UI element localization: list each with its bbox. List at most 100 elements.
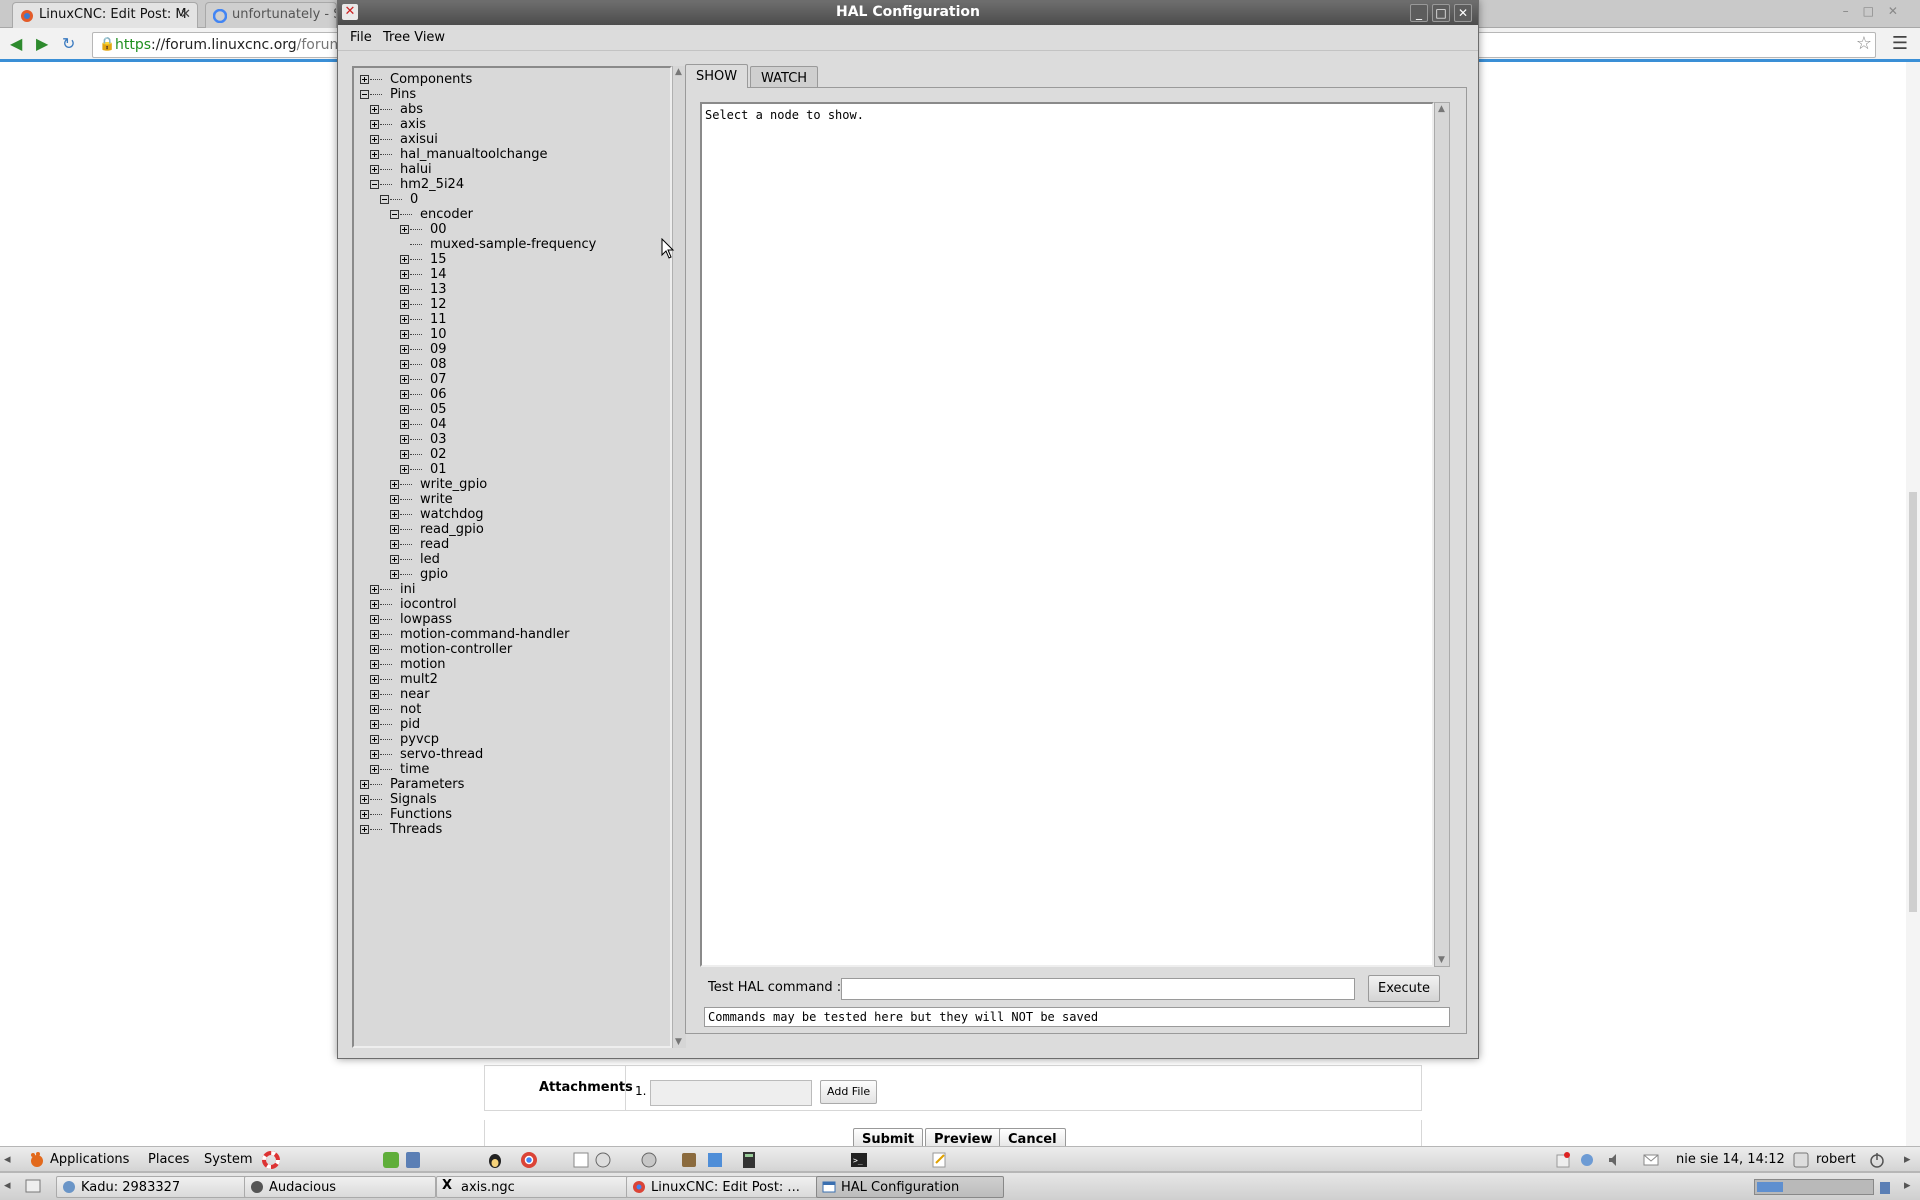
clock[interactable]: nie sie 14, 14:12 [1676,1152,1785,1167]
show-desktop-icon[interactable] [24,1177,42,1195]
expand-icon[interactable] [400,345,409,354]
expand-icon[interactable] [400,270,409,279]
expand-icon[interactable] [390,570,399,579]
browser-window-controls[interactable]: –□✕ [1843,4,1912,18]
window-titlebar[interactable]: ✕ HAL Configuration _ □ ✕ [338,1,1478,25]
expand-icon[interactable] [400,225,409,234]
menu-places[interactable]: Places [148,1152,189,1167]
expand-icon[interactable] [370,630,379,639]
preview-button[interactable]: Preview [925,1128,1002,1148]
bookmark-star-icon[interactable]: ☆ [1856,33,1872,54]
notes-launcher-icon[interactable] [930,1151,948,1169]
expand-icon[interactable] [370,585,379,594]
expand-icon[interactable] [370,600,379,609]
expand-icon[interactable] [400,360,409,369]
panel-scroll-right-icon[interactable]: ▸ [1904,1152,1911,1167]
expand-icon[interactable] [370,165,379,174]
taskbar-item-axis[interactable]: X axis.ngc [436,1176,628,1198]
test-hal-command-input[interactable] [841,978,1355,1000]
help-lifebuoy-icon[interactable] [262,1151,280,1169]
cancel-button[interactable]: Cancel [999,1128,1066,1148]
collapse-icon[interactable] [380,195,389,204]
menu-system[interactable]: System [204,1152,252,1167]
expand-icon[interactable] [400,420,409,429]
text-editor-launcher-icon[interactable] [572,1151,590,1169]
taskbar-item-audacious[interactable]: Audacious [244,1176,436,1198]
scroll-up-icon[interactable]: ▲ [1438,104,1445,114]
forward-icon[interactable]: ▶ [36,34,48,53]
expand-icon[interactable] [390,525,399,534]
taskbar-item-chrome[interactable]: LinuxCNC: Edit Post: ... [626,1176,818,1198]
back-icon[interactable]: ◀ [10,34,22,53]
expand-icon[interactable] [400,450,409,459]
expand-icon[interactable] [370,735,379,744]
panel-scroll-left-icon[interactable]: ◂ [4,1152,11,1167]
taskbar-scroll-left-icon[interactable]: ◂ [4,1178,11,1193]
terminal-launcher-icon[interactable]: >_ [850,1151,868,1169]
expand-icon[interactable] [370,675,379,684]
scroll-down-icon[interactable]: ▼ [675,1037,682,1047]
menu-tree-view[interactable]: Tree View [383,30,445,45]
browser-menu-icon[interactable]: ☰ [1892,33,1908,54]
expand-icon[interactable] [370,705,379,714]
expand-icon[interactable] [370,750,379,759]
expand-icon[interactable] [400,330,409,339]
taskbar-item-hal-configuration[interactable]: HAL Configuration [816,1176,1004,1198]
expand-icon[interactable] [390,555,399,564]
scrollbar-thumb[interactable] [1909,492,1917,912]
reload-icon[interactable]: ↻ [62,34,75,53]
network-launcher-icon[interactable] [404,1151,422,1169]
show-scrollbar[interactable]: ▲ ▼ [1434,102,1450,967]
close-tab-icon[interactable]: ✕ [180,7,191,22]
show-text-area[interactable]: Select a node to show. [700,102,1434,967]
trash-icon[interactable] [1876,1178,1894,1196]
tab-watch[interactable]: WATCH [750,66,819,88]
add-file-button[interactable]: Add File [820,1080,878,1104]
expand-icon[interactable] [370,645,379,654]
collapse-icon[interactable] [360,90,369,99]
expand-icon[interactable] [370,765,379,774]
workspace-switcher[interactable] [1754,1179,1874,1195]
power-icon[interactable] [1868,1151,1886,1169]
calculator-launcher-icon[interactable] [740,1151,758,1169]
expand-icon[interactable] [360,780,369,789]
expand-icon[interactable] [390,495,399,504]
taskbar-item-kadu[interactable]: Kadu: 2983327 [56,1176,248,1198]
tab-show[interactable]: SHOW [685,64,749,88]
taskbar-scroll-right-icon[interactable]: ▸ [1904,1178,1911,1193]
page-scrollbar[interactable] [1906,62,1920,1146]
scroll-up-icon[interactable]: ▲ [675,67,682,77]
chrome-launcher-icon[interactable] [520,1151,538,1169]
hal-tree[interactable]: Components Pins abs axis axisui hal_manualtoo… [352,66,672,1048]
menu-applications[interactable]: Applications [50,1152,129,1167]
user-name[interactable]: robert [1816,1152,1856,1167]
expand-icon[interactable] [390,510,399,519]
browser-tab-google[interactable]: unfortunately - Sa [205,2,337,28]
expand-icon[interactable] [400,390,409,399]
scroll-down-icon[interactable]: ▼ [1438,955,1445,965]
browser-tab-linuxcnc[interactable]: LinuxCNC: Edit Post: M ✕ [12,2,198,28]
attachment-file-input[interactable] [650,1080,812,1106]
tree-scrollbar[interactable]: ▲ ▼ [672,66,686,1048]
window-launcher-icon[interactable] [706,1151,724,1169]
expand-icon[interactable] [370,660,379,669]
expand-icon[interactable] [370,150,379,159]
mail-icon[interactable] [1642,1151,1660,1169]
execute-button[interactable]: Execute [1368,975,1440,1002]
screenshot-launcher-icon[interactable] [640,1151,658,1169]
close-icon[interactable]: ✕ [1454,4,1472,22]
calendar-launcher-icon[interactable] [594,1151,612,1169]
expand-icon[interactable] [400,435,409,444]
expand-icon[interactable] [400,300,409,309]
expand-icon[interactable] [390,540,399,549]
notification-icon[interactable] [1554,1151,1572,1169]
expand-icon[interactable] [370,615,379,624]
maximize-icon[interactable]: □ [1432,4,1450,22]
submit-button[interactable]: Submit [853,1128,924,1148]
network-status-icon[interactable] [1578,1151,1596,1169]
expand-icon[interactable] [360,795,369,804]
expand-icon[interactable] [360,75,369,84]
expand-icon[interactable] [400,315,409,324]
expand-icon[interactable] [360,825,369,834]
expand-icon[interactable] [400,375,409,384]
